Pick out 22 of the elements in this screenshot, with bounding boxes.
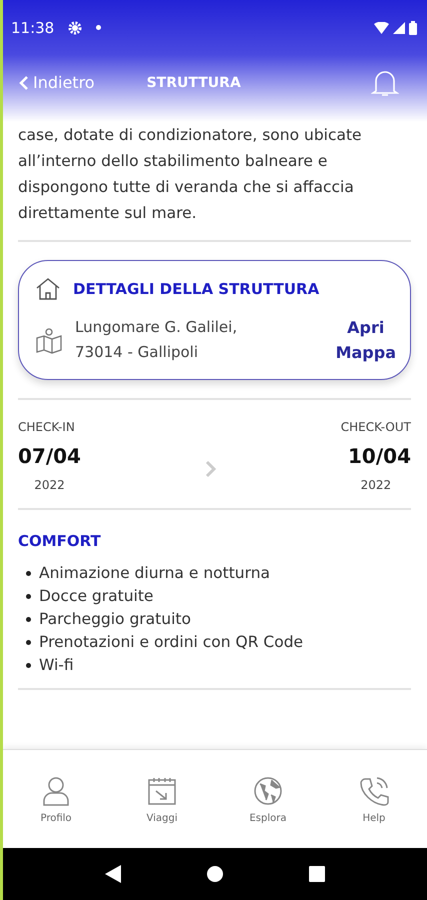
check-in-year: 2022: [34, 478, 65, 492]
comfort-item: Wi-fi: [39, 656, 74, 674]
check-out-label: CHECK-OUT: [340, 420, 411, 434]
nav-tab[interactable]: Esplora: [215, 774, 321, 824]
description-text: case, dotate di condizionatore, sono ubicate all’interno dello stabilimento balneare e dispongono tutte di veranda che si affaccia direttamente sul mare.: [18, 122, 411, 242]
comfort-item: Animazione diurna e notturna: [39, 564, 270, 582]
status-time: 11:38: [11, 18, 54, 36]
card-title: DETTAGLI DELLA STRUTTURA: [73, 280, 320, 298]
address-text: Lungomare G. Galilei, 73014 - Gallipoli: [75, 317, 238, 363]
nav-tab[interactable]: Profilo: [3, 774, 109, 824]
comfort-item: Parcheggio gratuito: [39, 610, 191, 628]
nav-tab[interactable]: Viaggi: [109, 774, 215, 824]
nav-tab[interactable]: Help: [321, 774, 427, 824]
check-in-date: 07/04: [18, 444, 81, 468]
check-out-date: 10/04: [348, 444, 411, 468]
check-out-year: 2022: [360, 478, 392, 492]
check-in-label: CHECK-IN: [18, 420, 75, 434]
comfort-item: Prenotazioni e ordini con QR Code: [39, 633, 304, 651]
comfort-item: Docce gratuite: [39, 587, 154, 605]
section-title: COMFORT: [18, 532, 102, 550]
open-map-link[interactable]: Apri Mappa: [336, 315, 396, 365]
page-title: STRUTTURA: [146, 74, 241, 90]
